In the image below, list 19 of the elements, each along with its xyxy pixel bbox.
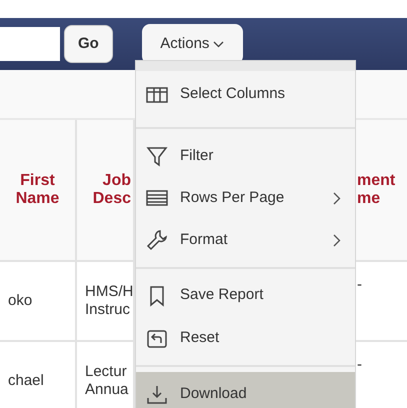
chevron-down-icon: [213, 40, 224, 48]
download-icon: [146, 384, 168, 406]
filter-icon: [146, 145, 168, 167]
menu-item[interactable]: Reset: [136, 317, 355, 360]
table-cell: -: [357, 356, 362, 374]
wrench-icon: [146, 229, 168, 251]
menu-item[interactable]: Rows Per Page: [136, 177, 355, 219]
table-cell: oko: [8, 292, 32, 310]
table-cell: HMS/H Instruc: [85, 283, 134, 319]
menu-item[interactable]: Download: [136, 372, 355, 408]
table-cell: -: [357, 276, 362, 294]
menu-item[interactable]: Save Report: [136, 274, 355, 317]
table-cell-text: Lectur Annua: [85, 363, 130, 399]
search-field[interactable]: [0, 27, 60, 61]
reset-icon: [146, 328, 168, 350]
menu-item[interactable]: Format: [136, 219, 355, 261]
menu-item[interactable]: Filter: [136, 135, 355, 177]
go-button[interactable]: Go: [64, 25, 113, 63]
table-cell: chael: [8, 372, 44, 390]
